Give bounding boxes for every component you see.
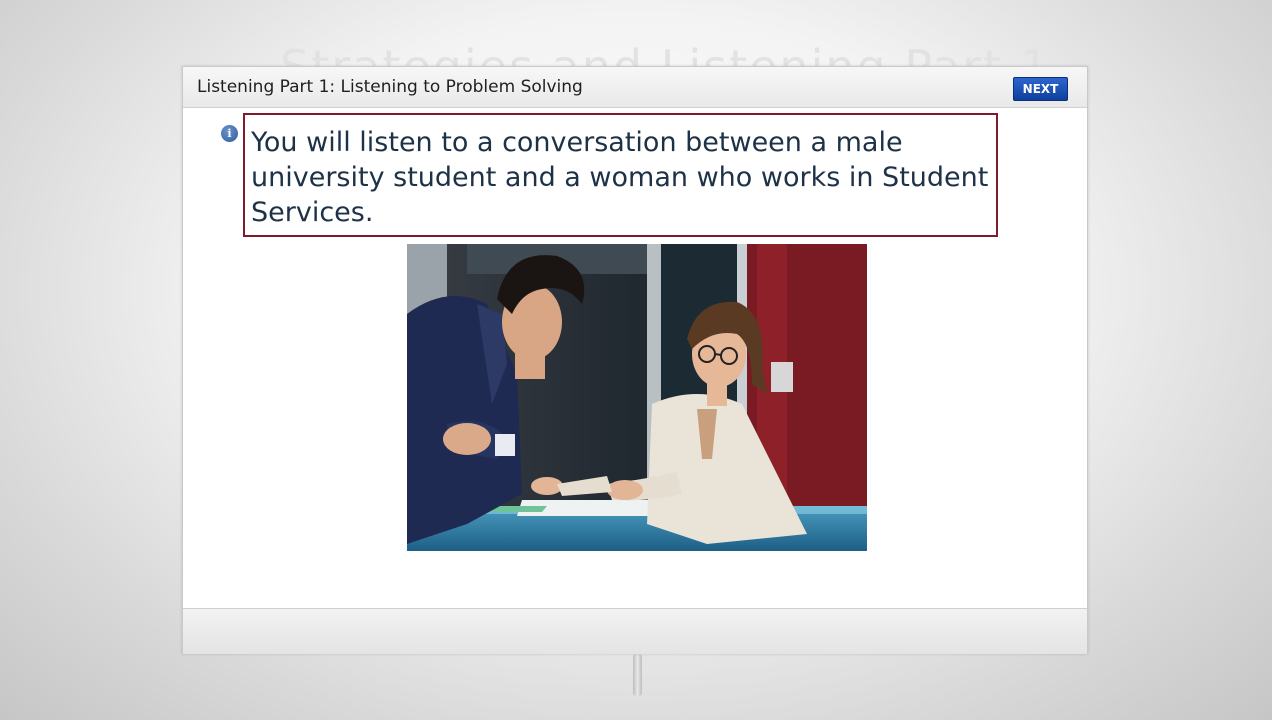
next-button[interactable]: NEXT [1013,77,1068,101]
prompt-box: You will listen to a conversation betwee… [243,113,998,237]
window-title: Listening Part 1: Listening to Problem S… [197,77,583,97]
prompt-text: You will listen to a conversation betwee… [251,127,989,228]
lesson-window: Listening Part 1: Listening to Problem S… [182,66,1088,654]
bottom-bar [183,608,1087,654]
title-bar: Listening Part 1: Listening to Problem S… [183,67,1087,108]
conversation-photo [407,244,867,551]
display-stand [633,654,642,696]
info-icon[interactable]: i [221,125,238,142]
